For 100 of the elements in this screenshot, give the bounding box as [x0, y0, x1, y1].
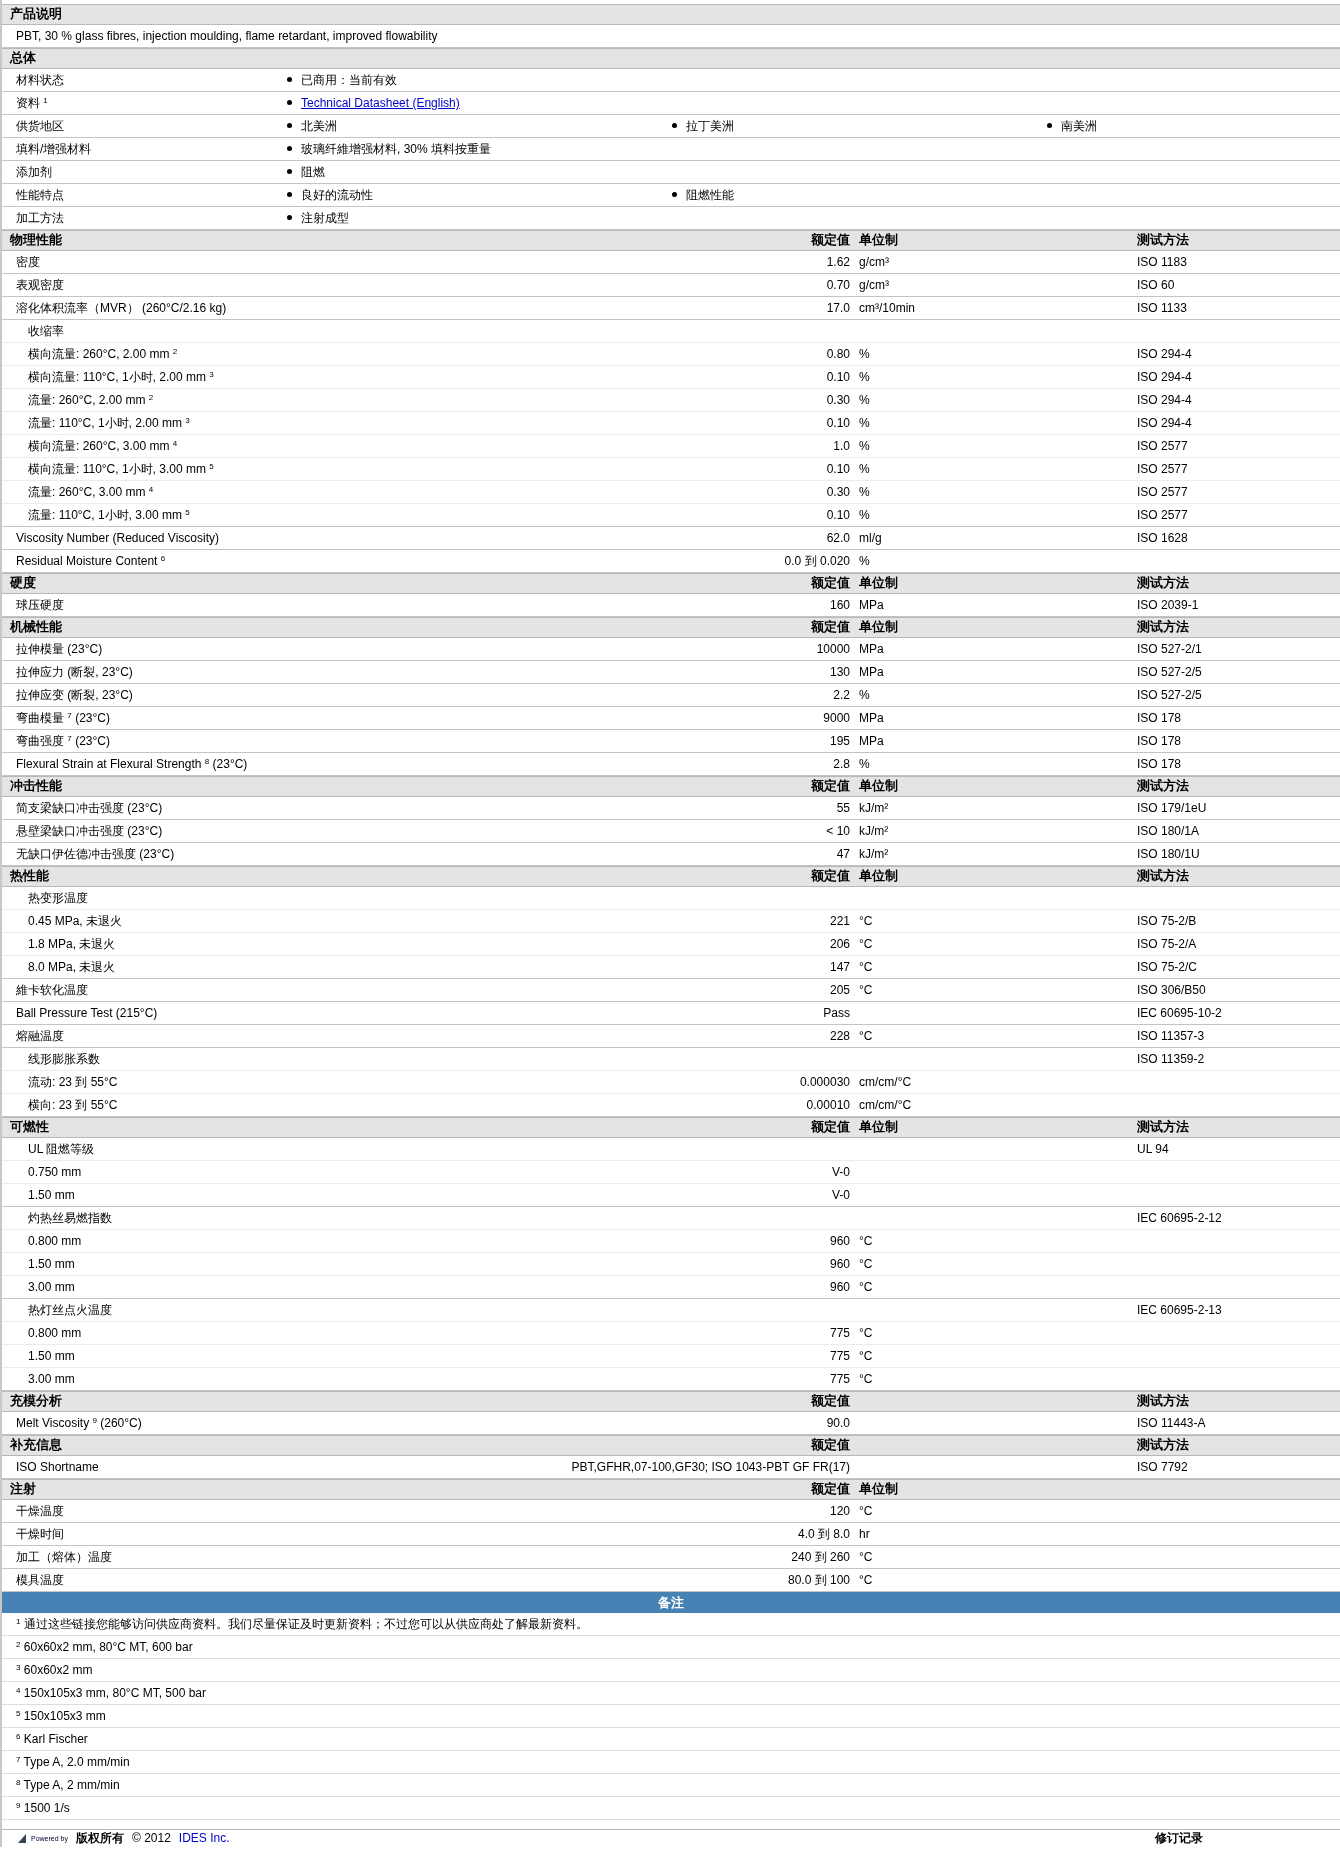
test-method-text: ISO 1628 [1137, 530, 1188, 545]
property-label: 密度 [16, 254, 40, 270]
value-text: 1.0 [833, 438, 850, 454]
unit-text: g/cm³ [859, 254, 889, 269]
section-title: 充模分析 [10, 1394, 62, 1409]
property-label: 收缩率 [28, 323, 64, 339]
value-text: 0.30 [826, 392, 850, 408]
value-text: PBT,GFHR,07-100,GF30; ISO 1043-PBT GF FR(17) [571, 1459, 850, 1475]
revision-history-text: 修订记录 [1155, 1831, 1204, 1846]
unit-text: % [859, 553, 870, 568]
logo-icon [18, 1834, 27, 1843]
datasheet-link[interactable]: Technical Datasheet (English) [301, 95, 460, 111]
value-text: 240 到 260 [791, 1549, 850, 1565]
unit-text: MPa [859, 733, 884, 748]
test-method-text: ISO 294-4 [1137, 415, 1192, 430]
value-text: 775 [829, 1371, 850, 1387]
value-text: Pass [823, 1005, 850, 1021]
column-header: 额定值 [811, 1394, 850, 1409]
section-title: 可燃性 [10, 1120, 49, 1135]
test-method-text: ISO 2577 [1137, 484, 1188, 499]
bullet-icon [287, 123, 292, 129]
field-value: 良好的流动性 [301, 187, 373, 203]
footnote-text: $^{7}$ Type A, 2.0 mm/min [16, 1754, 130, 1770]
unit-text: % [859, 687, 870, 702]
property-label: Flexural Strain at Flexural Strength $^{8}$ (23°C) [16, 756, 248, 772]
value-text: 0.30 [826, 484, 850, 500]
footnote-text: $^{2}$ 60x60x2 mm, 80°C MT, 600 bar [16, 1639, 193, 1655]
field-value: 北美洲 [301, 118, 337, 134]
property-label: 0.800 mm [28, 1233, 82, 1249]
value-text: 221 [829, 913, 850, 929]
test-method-text: ISO 527-2/1 [1137, 641, 1202, 656]
column-header: 测试方法 [1137, 1438, 1189, 1452]
value-text: 205 [829, 982, 850, 998]
value-text: 0.10 [826, 369, 850, 385]
column-header: 单位制 [859, 576, 898, 590]
unit-text: cm/cm/°C [859, 1074, 912, 1089]
company-link[interactable]: IDES Inc. [178, 1831, 230, 1846]
footnote-text: $^{8}$ Type A, 2 mm/min [16, 1777, 120, 1793]
value-text: 960 [829, 1256, 850, 1272]
property-label: 流量: 260°C, 3.00 mm $^{4}$ [28, 484, 154, 500]
value-text: 10000 [816, 641, 850, 657]
column-header: 测试方法 [1137, 233, 1189, 247]
unit-text: % [859, 369, 870, 384]
unit-text: °C [859, 1371, 873, 1386]
property-label: 0.45 MPa, 未退火 [28, 913, 123, 929]
value-text: 4.0 到 8.0 [797, 1526, 850, 1542]
value-text: 130 [829, 664, 850, 680]
field-label: 供货地区 [15, 118, 65, 134]
footnote-text: $^{4}$ 150x105x3 mm, 80°C MT, 500 bar [16, 1685, 207, 1701]
property-label: 干燥温度 [16, 1503, 64, 1519]
property-label: 3.00 mm [28, 1279, 75, 1295]
test-method-text: ISO 179/1eU [1137, 800, 1207, 815]
value-text: 62.0 [826, 530, 850, 546]
property-label: 横向流量: 260°C, 2.00 mm $^{2}$ [28, 346, 178, 362]
unit-text: hr [859, 1526, 870, 1541]
test-method-text: IEC 60695-10-2 [1137, 1005, 1222, 1020]
value-text: 2.2 [833, 687, 850, 703]
unit-text: g/cm³ [859, 277, 889, 292]
bullet-icon [672, 192, 677, 198]
column-header: 测试方法 [1137, 869, 1189, 883]
property-label: 模具温度 [16, 1572, 64, 1588]
test-method-text: ISO 527-2/5 [1137, 687, 1202, 702]
unit-text: % [859, 346, 870, 361]
test-method-text: ISO 294-4 [1137, 392, 1192, 407]
test-method-text: ISO 1133 [1137, 300, 1187, 315]
test-method-text: ISO 11357-3 [1137, 1028, 1205, 1043]
unit-text: % [859, 415, 870, 430]
value-text: 0.0 到 0.020 [784, 553, 850, 569]
property-label: 线形膨胀系数 [28, 1051, 100, 1067]
value-text: 0.10 [826, 461, 850, 477]
unit-text: % [859, 438, 870, 453]
test-method-text: IEC 60695-2-12 [1137, 1210, 1222, 1225]
unit-text: % [859, 392, 870, 407]
field-value: 注射成型 [301, 210, 349, 226]
value-text: 206 [829, 936, 850, 952]
property-label: 1.50 mm [28, 1348, 75, 1364]
column-header: 测试方法 [1137, 620, 1189, 634]
value-text: 47 [836, 846, 850, 862]
value-text: 0.00010 [806, 1097, 850, 1113]
property-label: 熔融温度 [16, 1028, 64, 1044]
value-text: 120 [829, 1503, 850, 1519]
test-method-text: ISO 11359-2 [1137, 1051, 1205, 1066]
bullet-icon [287, 146, 292, 152]
property-label: 简支梁缺口冲击强度 (23°C) [16, 800, 163, 816]
column-header: 额定值 [811, 1120, 850, 1135]
unit-text: °C [859, 1256, 873, 1271]
field-value: 已商用：当前有效 [301, 72, 397, 88]
unit-text: MPa [859, 664, 884, 679]
section-title: 冲击性能 [10, 779, 62, 794]
value-text: < 10 [826, 823, 850, 839]
test-method-text: ISO 178 [1137, 756, 1182, 771]
property-label: 流量: 260°C, 2.00 mm $^{2}$ [28, 392, 154, 408]
property-label: 1.50 mm [28, 1187, 75, 1203]
unit-text: °C [859, 936, 873, 951]
unit-text: °C [859, 982, 873, 997]
property-label: 0.750 mm [28, 1164, 82, 1180]
value-text: 90.0 [826, 1415, 850, 1431]
column-header: 单位制 [859, 1120, 898, 1134]
bullet-icon [672, 123, 677, 129]
unit-text: °C [859, 1279, 873, 1294]
